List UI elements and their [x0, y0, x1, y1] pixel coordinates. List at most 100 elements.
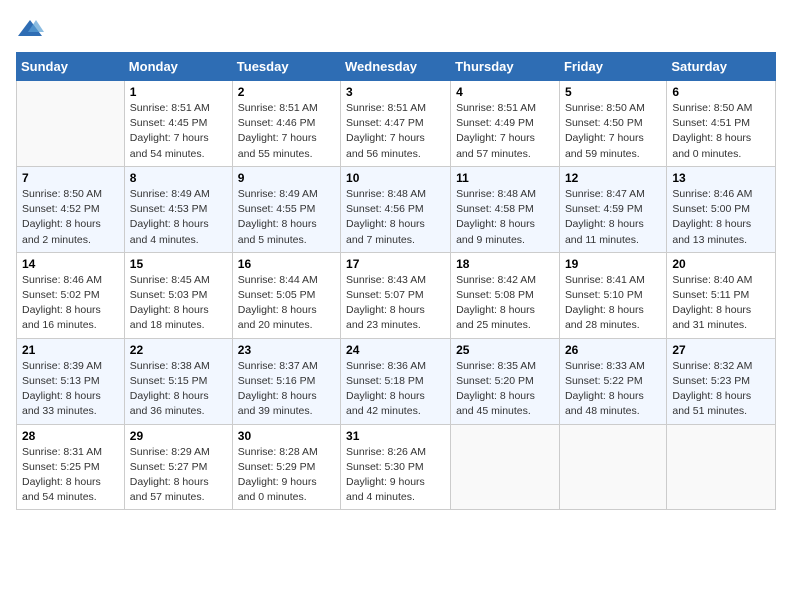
day-detail: Sunrise: 8:43 AMSunset: 5:07 PMDaylight:… [346, 273, 445, 334]
day-number: 27 [672, 343, 770, 357]
day-number: 9 [238, 171, 335, 185]
day-number: 14 [22, 257, 119, 271]
day-number: 22 [130, 343, 227, 357]
day-number: 16 [238, 257, 335, 271]
day-number: 26 [565, 343, 661, 357]
header-day-wednesday: Wednesday [341, 53, 451, 81]
day-detail: Sunrise: 8:37 AMSunset: 5:16 PMDaylight:… [238, 359, 335, 420]
header-row: SundayMondayTuesdayWednesdayThursdayFrid… [17, 53, 776, 81]
day-number: 12 [565, 171, 661, 185]
week-row-2: 7 Sunrise: 8:50 AMSunset: 4:52 PMDaylight… [17, 166, 776, 252]
day-number: 15 [130, 257, 227, 271]
day-number: 2 [238, 85, 335, 99]
logo [16, 16, 46, 44]
week-row-5: 28 Sunrise: 8:31 AMSunset: 5:25 PMDayligh… [17, 424, 776, 510]
header-day-monday: Monday [124, 53, 232, 81]
day-cell: 25 Sunrise: 8:35 AMSunset: 5:20 PMDayligh… [451, 338, 560, 424]
day-cell: 24 Sunrise: 8:36 AMSunset: 5:18 PMDayligh… [341, 338, 451, 424]
day-detail: Sunrise: 8:40 AMSunset: 5:11 PMDaylight:… [672, 273, 770, 334]
day-number: 3 [346, 85, 445, 99]
day-cell: 12 Sunrise: 8:47 AMSunset: 4:59 PMDayligh… [559, 166, 666, 252]
day-cell: 20 Sunrise: 8:40 AMSunset: 5:11 PMDayligh… [667, 252, 776, 338]
day-detail: Sunrise: 8:49 AMSunset: 4:53 PMDaylight:… [130, 187, 227, 248]
day-number: 23 [238, 343, 335, 357]
day-cell: 7 Sunrise: 8:50 AMSunset: 4:52 PMDaylight… [17, 166, 125, 252]
day-detail: Sunrise: 8:49 AMSunset: 4:55 PMDaylight:… [238, 187, 335, 248]
day-number: 30 [238, 429, 335, 443]
week-row-1: 1 Sunrise: 8:51 AMSunset: 4:45 PMDaylight… [17, 81, 776, 167]
day-number: 5 [565, 85, 661, 99]
day-number: 13 [672, 171, 770, 185]
day-number: 24 [346, 343, 445, 357]
day-number: 6 [672, 85, 770, 99]
day-detail: Sunrise: 8:48 AMSunset: 4:56 PMDaylight:… [346, 187, 445, 248]
day-cell: 11 Sunrise: 8:48 AMSunset: 4:58 PMDayligh… [451, 166, 560, 252]
day-detail: Sunrise: 8:38 AMSunset: 5:15 PMDaylight:… [130, 359, 227, 420]
day-detail: Sunrise: 8:35 AMSunset: 5:20 PMDaylight:… [456, 359, 554, 420]
header-day-saturday: Saturday [667, 53, 776, 81]
day-detail: Sunrise: 8:47 AMSunset: 4:59 PMDaylight:… [565, 187, 661, 248]
day-number: 8 [130, 171, 227, 185]
day-cell: 21 Sunrise: 8:39 AMSunset: 5:13 PMDayligh… [17, 338, 125, 424]
calendar-header: SundayMondayTuesdayWednesdayThursdayFrid… [17, 53, 776, 81]
day-detail: Sunrise: 8:42 AMSunset: 5:08 PMDaylight:… [456, 273, 554, 334]
day-number: 31 [346, 429, 445, 443]
header-day-thursday: Thursday [451, 53, 560, 81]
day-number: 11 [456, 171, 554, 185]
day-detail: Sunrise: 8:51 AMSunset: 4:49 PMDaylight:… [456, 101, 554, 162]
day-number: 4 [456, 85, 554, 99]
day-number: 29 [130, 429, 227, 443]
day-cell: 2 Sunrise: 8:51 AMSunset: 4:46 PMDaylight… [232, 81, 340, 167]
day-cell: 4 Sunrise: 8:51 AMSunset: 4:49 PMDaylight… [451, 81, 560, 167]
day-cell: 5 Sunrise: 8:50 AMSunset: 4:50 PMDaylight… [559, 81, 666, 167]
day-cell: 14 Sunrise: 8:46 AMSunset: 5:02 PMDayligh… [17, 252, 125, 338]
header-day-friday: Friday [559, 53, 666, 81]
day-detail: Sunrise: 8:50 AMSunset: 4:52 PMDaylight:… [22, 187, 119, 248]
day-detail: Sunrise: 8:51 AMSunset: 4:45 PMDaylight:… [130, 101, 227, 162]
calendar-body: 1 Sunrise: 8:51 AMSunset: 4:45 PMDaylight… [17, 81, 776, 510]
day-number: 17 [346, 257, 445, 271]
day-cell: 22 Sunrise: 8:38 AMSunset: 5:15 PMDayligh… [124, 338, 232, 424]
day-number: 21 [22, 343, 119, 357]
day-number: 19 [565, 257, 661, 271]
day-cell [17, 81, 125, 167]
day-detail: Sunrise: 8:51 AMSunset: 4:47 PMDaylight:… [346, 101, 445, 162]
day-detail: Sunrise: 8:45 AMSunset: 5:03 PMDaylight:… [130, 273, 227, 334]
day-detail: Sunrise: 8:46 AMSunset: 5:02 PMDaylight:… [22, 273, 119, 334]
day-detail: Sunrise: 8:36 AMSunset: 5:18 PMDaylight:… [346, 359, 445, 420]
day-cell: 29 Sunrise: 8:29 AMSunset: 5:27 PMDayligh… [124, 424, 232, 510]
logo-icon [16, 16, 44, 44]
day-cell: 28 Sunrise: 8:31 AMSunset: 5:25 PMDayligh… [17, 424, 125, 510]
day-detail: Sunrise: 8:48 AMSunset: 4:58 PMDaylight:… [456, 187, 554, 248]
day-detail: Sunrise: 8:46 AMSunset: 5:00 PMDaylight:… [672, 187, 770, 248]
calendar-table: SundayMondayTuesdayWednesdayThursdayFrid… [16, 52, 776, 510]
day-detail: Sunrise: 8:51 AMSunset: 4:46 PMDaylight:… [238, 101, 335, 162]
day-cell: 19 Sunrise: 8:41 AMSunset: 5:10 PMDayligh… [559, 252, 666, 338]
day-detail: Sunrise: 8:31 AMSunset: 5:25 PMDaylight:… [22, 445, 119, 506]
day-cell: 30 Sunrise: 8:28 AMSunset: 5:29 PMDayligh… [232, 424, 340, 510]
day-cell: 8 Sunrise: 8:49 AMSunset: 4:53 PMDaylight… [124, 166, 232, 252]
day-cell: 23 Sunrise: 8:37 AMSunset: 5:16 PMDayligh… [232, 338, 340, 424]
day-detail: Sunrise: 8:50 AMSunset: 4:50 PMDaylight:… [565, 101, 661, 162]
day-cell: 9 Sunrise: 8:49 AMSunset: 4:55 PMDaylight… [232, 166, 340, 252]
day-detail: Sunrise: 8:39 AMSunset: 5:13 PMDaylight:… [22, 359, 119, 420]
day-detail: Sunrise: 8:26 AMSunset: 5:30 PMDaylight:… [346, 445, 445, 506]
day-detail: Sunrise: 8:29 AMSunset: 5:27 PMDaylight:… [130, 445, 227, 506]
day-number: 20 [672, 257, 770, 271]
day-cell: 6Sunrise: 8:50 AMSunset: 4:51 PMDaylight… [667, 81, 776, 167]
day-number: 7 [22, 171, 119, 185]
page-header [16, 16, 776, 44]
day-cell [559, 424, 666, 510]
day-detail: Sunrise: 8:28 AMSunset: 5:29 PMDaylight:… [238, 445, 335, 506]
day-number: 28 [22, 429, 119, 443]
day-detail: Sunrise: 8:41 AMSunset: 5:10 PMDaylight:… [565, 273, 661, 334]
day-detail: Sunrise: 8:32 AMSunset: 5:23 PMDaylight:… [672, 359, 770, 420]
day-cell: 27 Sunrise: 8:32 AMSunset: 5:23 PMDayligh… [667, 338, 776, 424]
day-number: 10 [346, 171, 445, 185]
day-cell: 17 Sunrise: 8:43 AMSunset: 5:07 PMDayligh… [341, 252, 451, 338]
header-day-tuesday: Tuesday [232, 53, 340, 81]
day-number: 1 [130, 85, 227, 99]
day-cell: 26Sunrise: 8:33 AMSunset: 5:22 PMDayligh… [559, 338, 666, 424]
week-row-4: 21 Sunrise: 8:39 AMSunset: 5:13 PMDayligh… [17, 338, 776, 424]
day-number: 25 [456, 343, 554, 357]
